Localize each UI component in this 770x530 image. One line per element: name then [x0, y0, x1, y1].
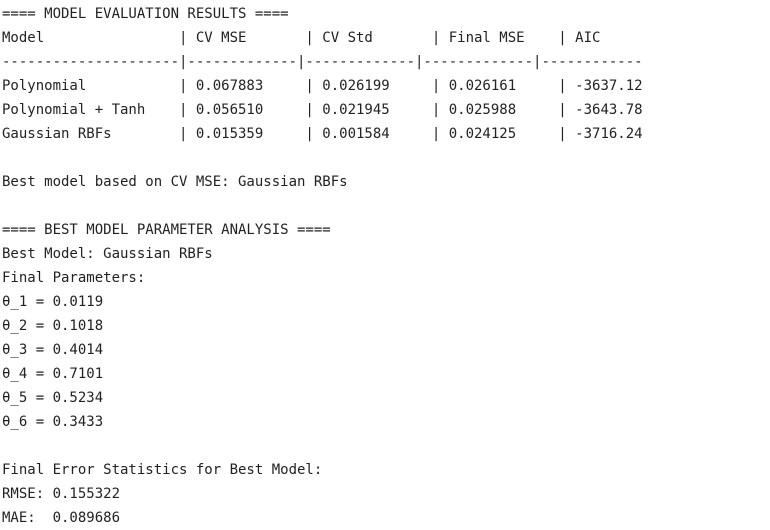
table-row: Gaussian RBFs | 0.015359 | 0.001584 | 0.…: [2, 126, 643, 142]
parameter-line: θ_6 = 0.3433: [2, 414, 104, 430]
table-header-row: Model | CV MSE | CV Std | Final MSE | AI…: [2, 30, 601, 46]
table-row: Polynomial + Tanh | 0.056510 | 0.021945 …: [2, 102, 643, 118]
parameter-line: θ_2 = 0.1018: [2, 318, 104, 334]
error-stats-header: Final Error Statistics for Best Model:: [2, 462, 323, 478]
parameter-line: θ_3 = 0.4014: [2, 342, 104, 358]
best-model-name: Best Model: Gaussian RBFs: [2, 246, 213, 262]
parameters-label: Final Parameters:: [2, 270, 146, 286]
evaluation-header: ==== MODEL EVALUATION RESULTS ====: [2, 6, 289, 22]
parameter-line: θ_4 = 0.7101: [2, 366, 104, 382]
analysis-header: ==== BEST MODEL PARAMETER ANALYSIS ====: [2, 222, 331, 238]
parameter-line: θ_1 = 0.0119: [2, 294, 104, 310]
console-output: ==== MODEL EVALUATION RESULTS ==== Model …: [0, 0, 770, 527]
best-model-summary: Best model based on CV MSE: Gaussian RBF…: [2, 174, 348, 190]
table-row: Polynomial | 0.067883 | 0.026199 | 0.026…: [2, 78, 643, 94]
mae-line: MAE: 0.089686: [2, 510, 121, 526]
parameter-line: θ_5 = 0.5234: [2, 390, 104, 406]
rmse-line: RMSE: 0.155322: [2, 486, 121, 502]
table-separator: ---------------------|-------------|----…: [2, 54, 643, 70]
